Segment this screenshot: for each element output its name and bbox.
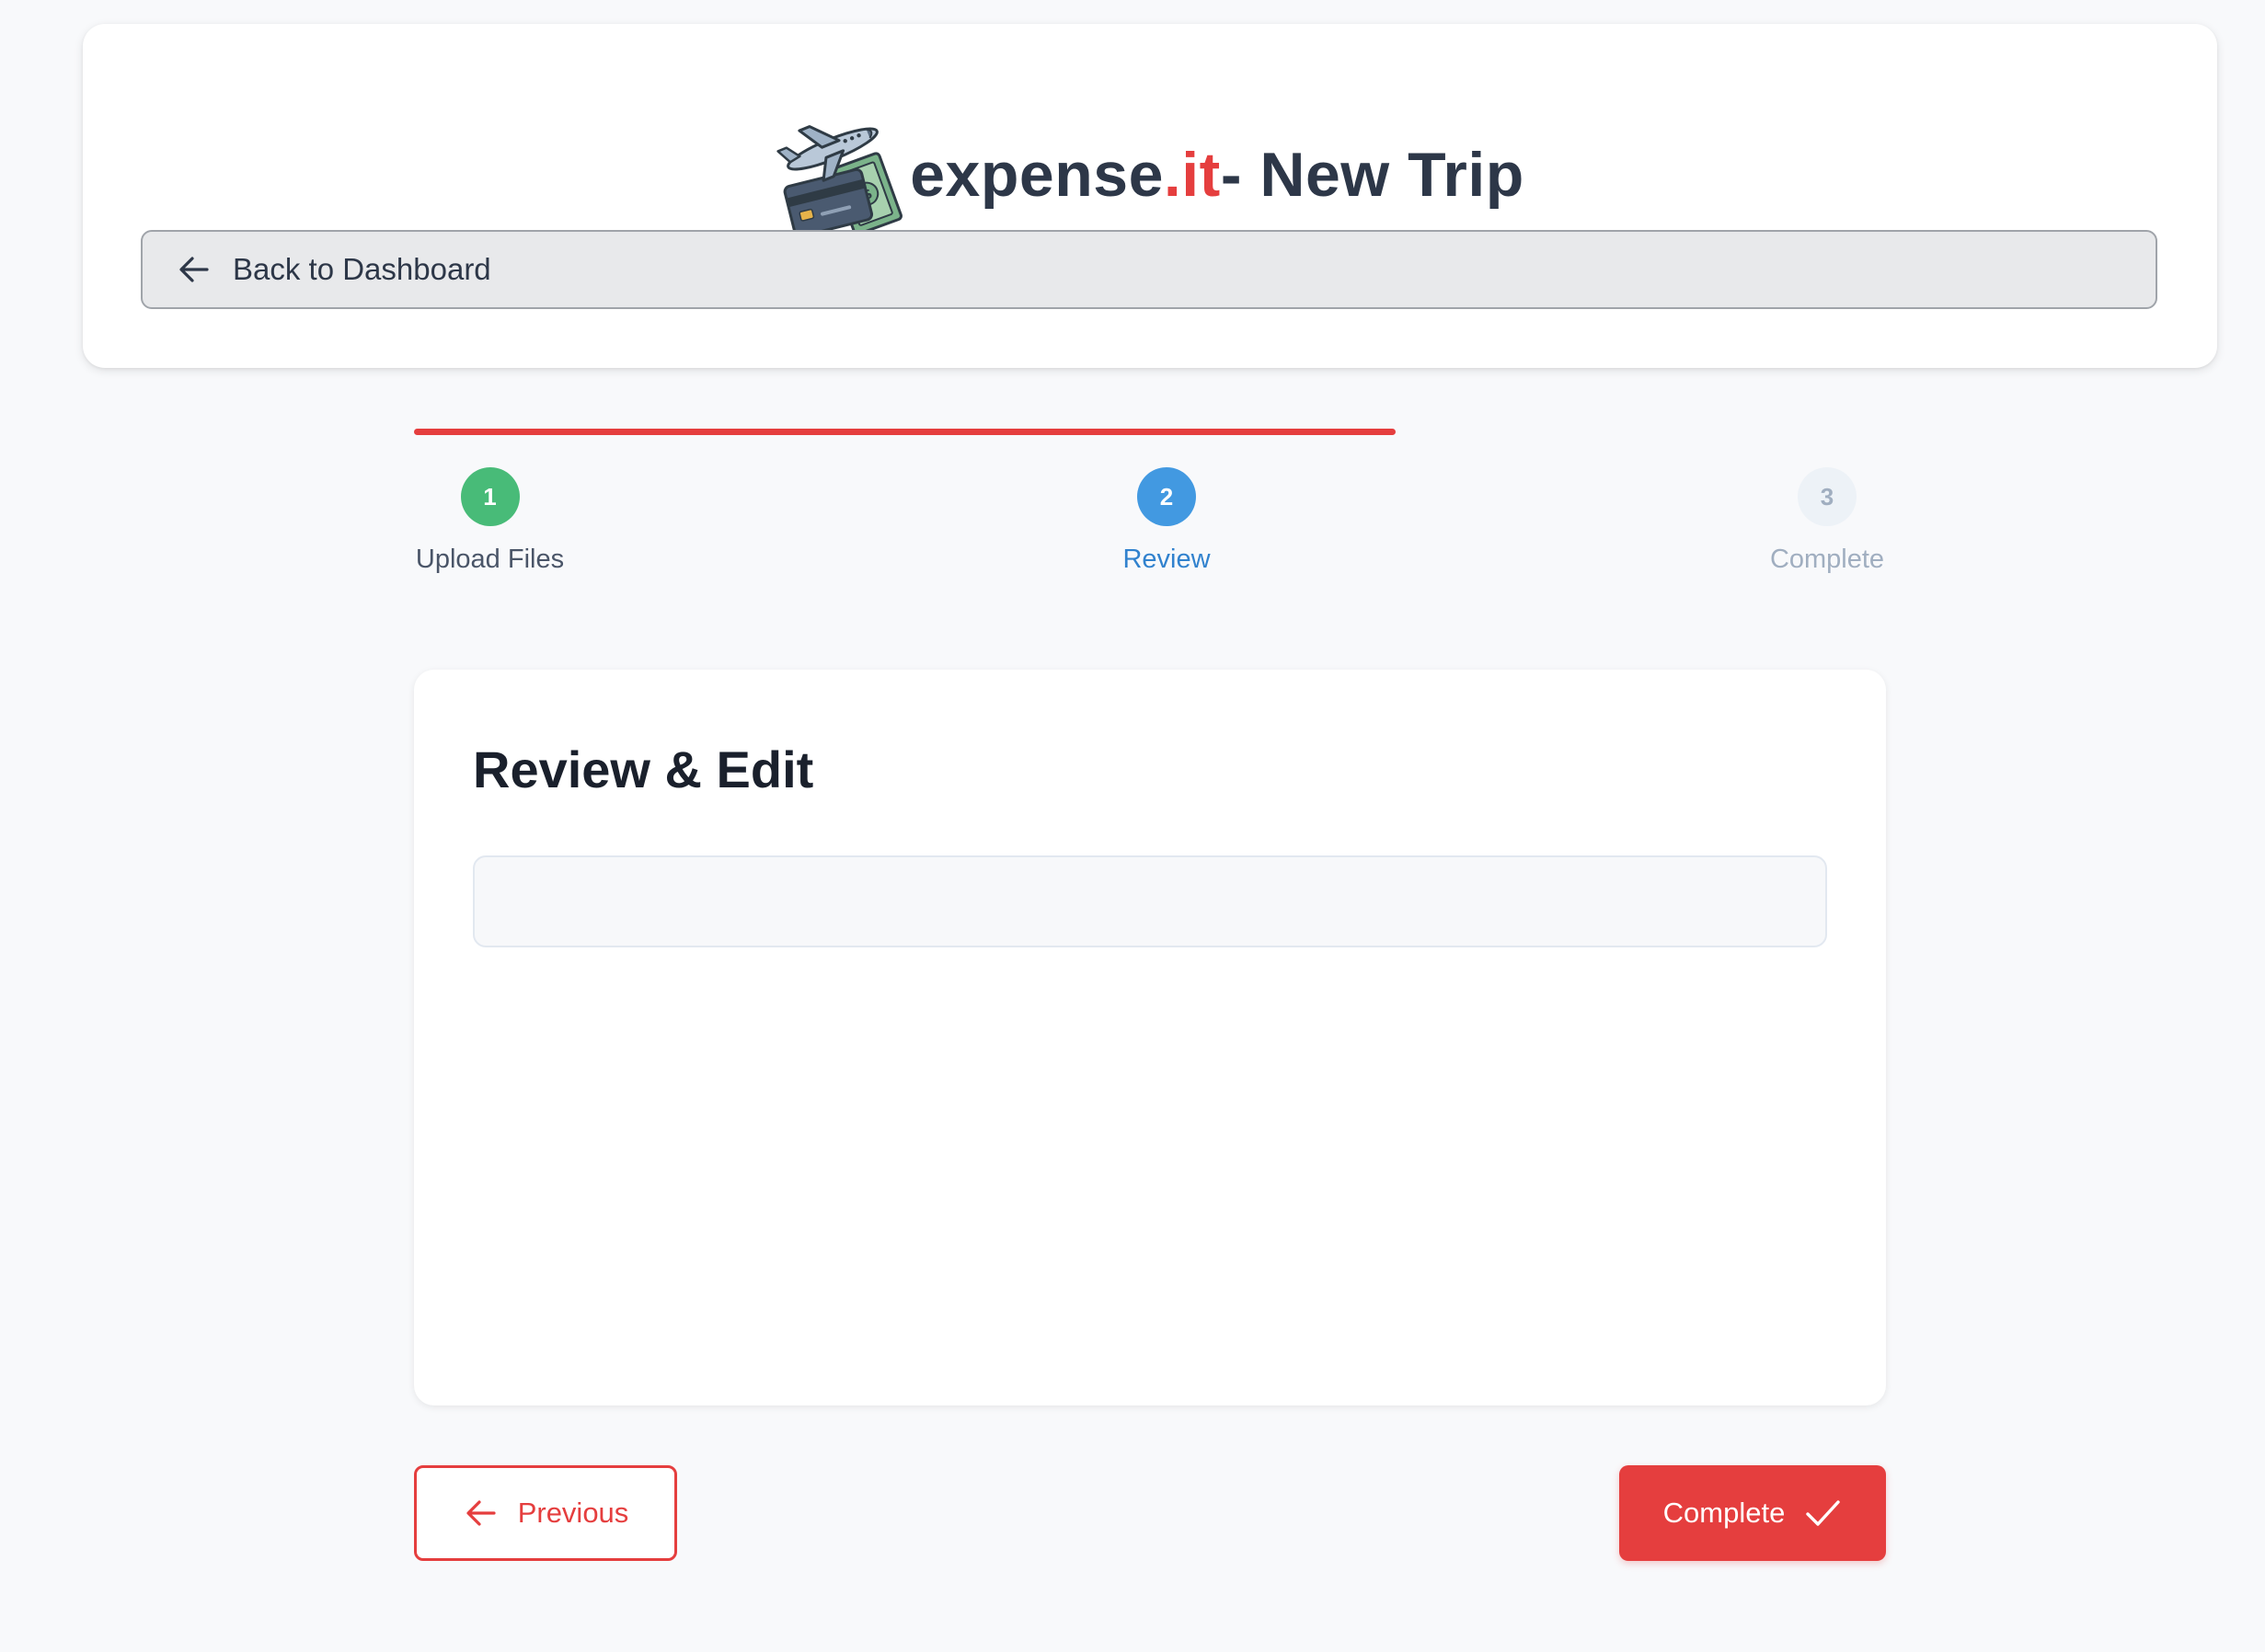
step-complete: 3 Complete [1765, 467, 1890, 575]
previous-button[interactable]: Previous [414, 1465, 677, 1561]
back-to-dashboard-button[interactable]: Back to Dashboard [141, 230, 2157, 309]
arrow-left-icon [463, 1495, 500, 1532]
header-card: $ [83, 24, 2217, 368]
arrow-left-icon [176, 251, 213, 288]
previous-button-label: Previous [517, 1497, 629, 1529]
review-content-box [473, 855, 1827, 947]
step-number-badge: 3 [1798, 467, 1857, 526]
plane-card-money-icon: $ [776, 114, 904, 238]
page-title: expense.it- New Trip [910, 140, 1524, 210]
step-label: Complete [1769, 545, 1885, 574]
review-title: Review & Edit [473, 740, 814, 798]
brand-accent: .it [1163, 140, 1221, 210]
complete-button-label: Complete [1662, 1497, 1786, 1529]
progress-fill [414, 429, 1397, 435]
step-number-badge: 1 [460, 467, 520, 526]
review-card: Review & Edit [414, 670, 1886, 1405]
step-label: Upload Files [415, 545, 565, 574]
brand: $ [83, 114, 2217, 238]
step-label: Review [1122, 545, 1211, 574]
step-upload-files: 1 Upload Files [414, 467, 566, 575]
progress-bar [414, 429, 1886, 435]
step-review: 2 Review [1104, 467, 1229, 575]
complete-button[interactable]: Complete [1619, 1465, 1886, 1561]
checkmark-icon [1803, 1494, 1842, 1532]
back-button-label: Back to Dashboard [233, 252, 491, 286]
step-number-badge: 2 [1137, 467, 1196, 526]
